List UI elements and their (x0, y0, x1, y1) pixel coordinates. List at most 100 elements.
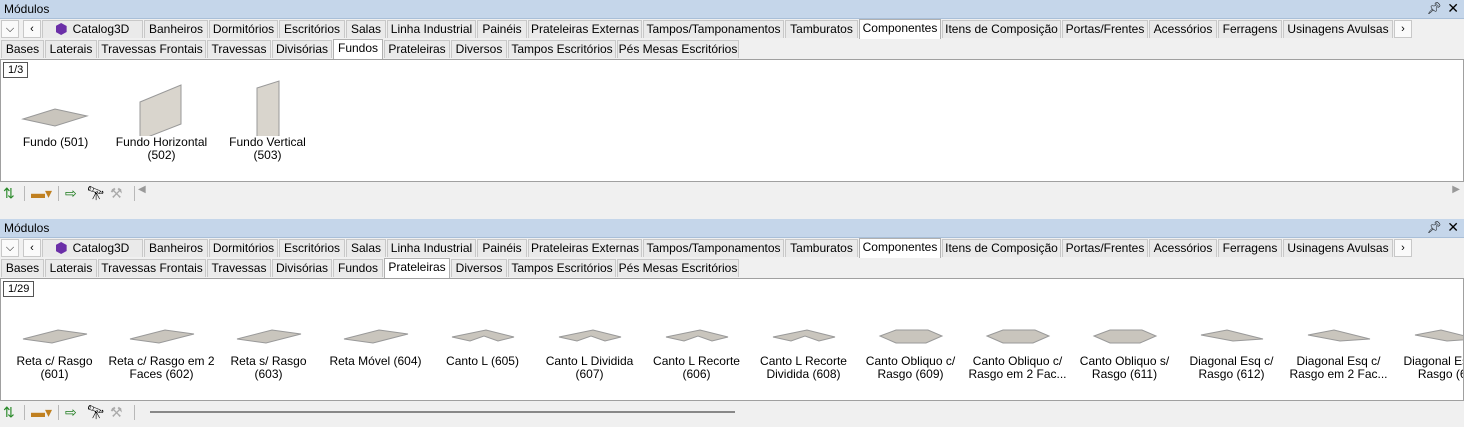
tab-banheiros[interactable]: Banheiros (144, 20, 208, 38)
item-shelf-603[interactable]: Reta s/ Rasgo (603) (215, 299, 322, 381)
subtab-tampos-escritorios[interactable]: Tampos Escritórios (508, 259, 616, 277)
vertical-panel-icon (256, 80, 279, 136)
pin-icon[interactable]: 📌︎ (1427, 1, 1442, 15)
item-shelf-610[interactable]: Canto Obliquo c/ Rasgo em 2 Fac... (964, 299, 1071, 381)
flat-shelf-icon (343, 329, 408, 344)
sub-tab-row: Bases Laterais Travessas Frontais Traves… (0, 258, 1464, 278)
subtab-travessas-frontais[interactable]: Travessas Frontais (98, 259, 206, 277)
subtab-bases[interactable]: Bases (1, 259, 44, 277)
scroll-left-icon[interactable]: ◀ (138, 184, 146, 195)
subtab-divisorias[interactable]: Divisórias (272, 40, 332, 58)
pin-icon[interactable]: 📌︎ (1427, 220, 1442, 234)
item-shelf-604[interactable]: Reta Móvel (604) (322, 299, 429, 368)
tab-ferragens[interactable]: Ferragens (1218, 20, 1282, 38)
tab-usinagens-avulsas[interactable]: Usinagens Avulsas (1283, 239, 1393, 257)
tab-catalog3d[interactable]: Catalog3D (42, 239, 143, 257)
tab-paineis[interactable]: Painéis (477, 20, 527, 38)
item-shelf-606[interactable]: Canto L Recorte (606) (643, 299, 750, 381)
tab-usinagens-avulsas[interactable]: Usinagens Avulsas (1283, 20, 1393, 38)
item-shelf-607[interactable]: Canto L Dividida (607) (536, 299, 643, 381)
tab-tampos[interactable]: Tampos/Tamponamentos (643, 239, 784, 257)
tab-tamburatos[interactable]: Tamburatos (785, 239, 858, 257)
tab-portas-frentes[interactable]: Portas/Frentes (1062, 239, 1148, 257)
color-dropdown-icon[interactable]: ▬▾ (31, 185, 52, 201)
subtab-travessas[interactable]: Travessas (207, 40, 271, 58)
subtab-tampos-escritorios[interactable]: Tampos Escritórios (508, 40, 616, 58)
tab-scroll-right-button[interactable]: › (1394, 239, 1412, 257)
insert-icon[interactable]: ⇨ (65, 404, 77, 420)
subtab-laterais[interactable]: Laterais (45, 259, 97, 277)
tab-escritorios[interactable]: Escritórios (279, 20, 345, 38)
subtab-diversos[interactable]: Diversos (451, 40, 507, 58)
tab-itens-composicao[interactable]: Itens de Composição (942, 239, 1061, 257)
subtab-travessas[interactable]: Travessas (207, 259, 271, 277)
item-fundo-501[interactable]: Fundo (501) (2, 80, 109, 149)
tab-dropdown-button[interactable]: ⌵ (1, 239, 19, 257)
subtab-fundos[interactable]: Fundos (333, 259, 383, 277)
tab-salas[interactable]: Salas (346, 239, 386, 257)
item-fundo-horizontal-502[interactable]: Fundo Horizontal (502) (108, 80, 215, 162)
tab-salas[interactable]: Salas (346, 20, 386, 38)
tab-prateleiras-externas[interactable]: Prateleiras Externas (528, 20, 642, 38)
subtab-bases[interactable]: Bases (1, 40, 44, 58)
item-shelf-612[interactable]: Diagonal Esq c/ Rasgo (612) (1178, 299, 1285, 381)
item-shelf-605[interactable]: Canto L (605) (429, 299, 536, 368)
close-icon[interactable]: ✕ (1447, 219, 1459, 236)
subtab-pes-mesas[interactable]: Pés Mesas Escritórios (617, 259, 739, 277)
tab-acessorios[interactable]: Acessórios (1149, 20, 1217, 38)
tab-portas-frentes[interactable]: Portas/Frentes (1062, 20, 1148, 38)
tab-itens-composicao[interactable]: Itens de Composição (942, 20, 1061, 38)
cube-icon (55, 242, 67, 254)
tab-componentes[interactable]: Componentes (859, 19, 941, 39)
tab-escritorios[interactable]: Escritórios (279, 239, 345, 257)
tab-paineis[interactable]: Painéis (477, 239, 527, 257)
binoculars-icon[interactable]: 🔭︎ (87, 185, 105, 201)
tree-refresh-icon[interactable]: ⇅ (3, 404, 15, 420)
tab-linha-industrial[interactable]: Linha Industrial (387, 20, 476, 38)
tab-dropdown-button[interactable]: ⌵ (1, 20, 19, 38)
color-dropdown-icon[interactable]: ▬▾ (31, 404, 52, 420)
insert-icon[interactable]: ⇨ (65, 185, 77, 201)
subtab-pes-mesas[interactable]: Pés Mesas Escritórios (617, 40, 739, 58)
item-shelf-602[interactable]: Reta c/ Rasgo em 2 Faces (602) (108, 299, 215, 381)
tab-prateleiras-externas[interactable]: Prateleiras Externas (528, 239, 642, 257)
tab-componentes[interactable]: Componentes (859, 238, 941, 258)
flat-shelf-icon (129, 329, 194, 344)
tab-linha-industrial[interactable]: Linha Industrial (387, 239, 476, 257)
item-shelf-609[interactable]: Canto Obliquo c/ Rasgo (609) (857, 299, 964, 381)
binoculars-icon[interactable]: 🔭︎ (87, 404, 105, 420)
tab-acessorios[interactable]: Acessórios (1149, 239, 1217, 257)
subtab-prateleiras[interactable]: Prateleiras (384, 258, 450, 278)
separator (134, 405, 135, 420)
scroll-right-icon[interactable]: ▶ (1452, 184, 1460, 195)
subtab-travessas-frontais[interactable]: Travessas Frontais (98, 40, 206, 58)
item-fundo-vertical-503[interactable]: Fundo Vertical (503) (214, 80, 321, 162)
tab-dormitorios[interactable]: Dormitórios (209, 239, 278, 257)
tab-tampos[interactable]: Tampos/Tamponamentos (643, 20, 784, 38)
tab-scroll-left-button[interactable]: ‹ (23, 239, 41, 257)
tab-scroll-left-button[interactable]: ‹ (23, 20, 41, 38)
subtab-diversos[interactable]: Diversos (451, 259, 507, 277)
item-shelf-613[interactable]: Diagonal Esq c/ Rasgo em 2 Fac... (1285, 299, 1392, 381)
tab-tamburatos[interactable]: Tamburatos (785, 20, 858, 38)
subtab-laterais[interactable]: Laterais (45, 40, 97, 58)
horizontal-scrollbar-thumb[interactable] (150, 411, 735, 413)
tab-ferragens[interactable]: Ferragens (1218, 239, 1282, 257)
tab-dormitorios[interactable]: Dormitórios (209, 20, 278, 38)
item-shelf-611[interactable]: Canto Obliquo s/ Rasgo (611) (1071, 299, 1178, 381)
close-icon[interactable]: ✕ (1447, 0, 1459, 17)
item-shelf-614[interactable]: Diagonal Esq c/ Rasgo (61 (1392, 299, 1463, 381)
tab-catalog3d[interactable]: Catalog3D (42, 20, 143, 38)
subtab-fundos[interactable]: Fundos (333, 39, 383, 59)
subtab-prateleiras[interactable]: Prateleiras (384, 40, 450, 58)
item-shelf-601[interactable]: Reta c/ Rasgo (601) (1, 299, 108, 381)
tree-refresh-icon[interactable]: ⇅ (3, 185, 15, 201)
flat-panel-icon (20, 108, 89, 127)
modules-panel-1: Módulos 📌︎ ✕ ⌵ ‹ Catalog3D Banheiros Dor… (0, 0, 1464, 205)
subtab-divisorias[interactable]: Divisórias (272, 259, 332, 277)
item-shelf-608[interactable]: Canto L Recorte Dividida (608) (750, 299, 857, 381)
horizontal-scrollbar[interactable]: ◀ ▶ (136, 184, 1462, 199)
tab-scroll-right-button[interactable]: › (1394, 20, 1412, 38)
separator (24, 186, 25, 201)
tab-banheiros[interactable]: Banheiros (144, 239, 208, 257)
